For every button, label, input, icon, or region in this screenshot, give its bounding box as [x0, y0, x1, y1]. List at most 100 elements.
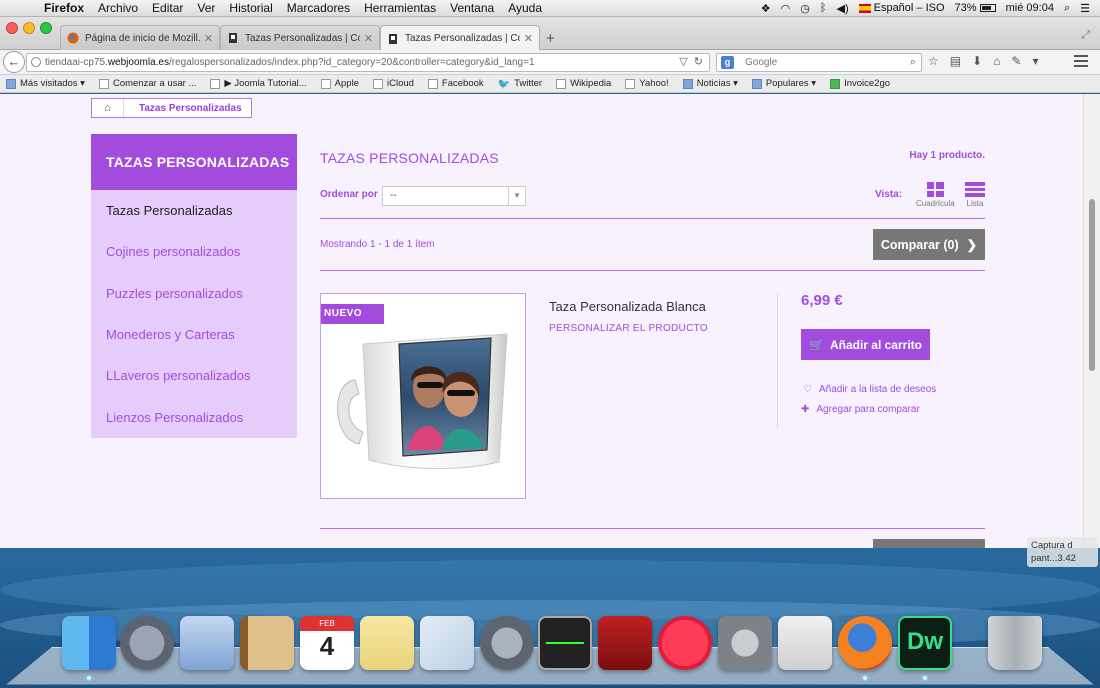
product-name[interactable]: Taza Personalizada Blanca	[549, 299, 706, 314]
sort-select[interactable]: -- ▼	[382, 186, 526, 206]
home-icon[interactable]: ⌂	[993, 54, 1000, 68]
bookmark-invoice2go[interactable]: Invoice2go	[830, 78, 890, 89]
volume-icon[interactable]: ◀)	[836, 2, 848, 15]
minimize-window-button[interactable]	[23, 22, 35, 34]
menu-archivo[interactable]: Archivo	[92, 1, 146, 15]
bookmark-noticias[interactable]: Noticias ▾	[682, 78, 738, 89]
screenshot-file-label[interactable]: Captura d pant...3.42	[1027, 537, 1098, 567]
mug-photo	[337, 333, 508, 470]
battery-status[interactable]: 73%	[955, 2, 996, 14]
close-window-button[interactable]	[6, 22, 18, 34]
time-machine-icon[interactable]: ◷	[800, 2, 810, 15]
zoom-window-button[interactable]	[40, 22, 52, 34]
system-preferences-icon[interactable]	[718, 616, 772, 670]
tab-tazas-active[interactable]: Tazas Personalizadas | Co... ✕	[380, 25, 540, 51]
input-source-label: Español – ISO	[873, 2, 945, 14]
home-icon[interactable]: ⌂	[92, 99, 124, 117]
close-tab-icon[interactable]: ✕	[364, 32, 373, 45]
notification-center-icon[interactable]: ☰	[1080, 2, 1090, 15]
grab-screenshot-icon[interactable]	[778, 616, 832, 670]
bookmark-facebook[interactable]: Facebook	[427, 78, 484, 89]
scrollbar-thumb[interactable]	[1089, 199, 1095, 371]
list-view-button[interactable]: Lista	[965, 182, 985, 208]
folder-icon	[6, 78, 16, 89]
photo-booth-icon[interactable]	[598, 616, 652, 670]
bookmark-most-visited[interactable]: Más visitados ▾	[6, 78, 85, 89]
back-button[interactable]: ←	[3, 51, 25, 73]
dreamweaver-icon[interactable]: Dw	[898, 616, 952, 670]
menubar-clock[interactable]: mié 09:04	[1006, 2, 1054, 14]
menu-editar[interactable]: Editar	[146, 1, 191, 15]
extension-icon[interactable]: ✎	[1011, 54, 1021, 68]
notes-icon[interactable]	[360, 616, 414, 670]
grid-view-button[interactable]: Cuadrícula	[916, 182, 955, 208]
bottom-compare-button[interactable]	[873, 539, 985, 548]
sidebar-item-puzzles[interactable]: Puzzles personalizados	[91, 273, 297, 314]
reading-list-icon[interactable]: ▤	[950, 54, 961, 68]
add-to-compare-link[interactable]: ✚ Agregar para comparar	[801, 404, 920, 415]
bookmark-wikipedia[interactable]: Wikipedia	[556, 78, 611, 89]
bookmark-twitter[interactable]: 🐦 Twitter	[498, 78, 542, 90]
close-tab-icon[interactable]: ✕	[204, 32, 213, 45]
itunes-icon[interactable]	[658, 616, 712, 670]
bookmark-star-icon[interactable]: ☆	[928, 54, 939, 68]
window-controls	[6, 22, 52, 34]
wifi-icon[interactable]: ◠	[781, 2, 791, 15]
tab-mozilla-start[interactable]: Página de inicio de Mozill... ✕	[60, 25, 220, 50]
facetime-icon[interactable]	[480, 616, 534, 670]
sidebar-item-lienzos[interactable]: Lienzos Personalizados	[91, 396, 297, 437]
bookmark-getting-started[interactable]: Comenzar a usar ...	[98, 78, 196, 89]
bookmark-populares[interactable]: Populares ▾	[751, 78, 816, 89]
product-image[interactable]: NUEVO	[320, 293, 526, 499]
compare-button[interactable]: Comparar (0) ❯	[873, 229, 985, 260]
finder-icon[interactable]	[62, 616, 116, 670]
google-icon[interactable]: g	[721, 56, 734, 69]
menu-ver[interactable]: Ver	[191, 1, 223, 15]
add-to-wishlist-link[interactable]: ♡ Añadir a la lista de deseos	[803, 384, 936, 395]
close-tab-icon[interactable]: ✕	[524, 32, 533, 45]
bluetooth-icon[interactable]: ᛒ	[820, 2, 827, 14]
search-box[interactable]: g Google ⌕	[716, 53, 922, 72]
bookmark-icloud[interactable]: iCloud	[372, 78, 414, 89]
menu-ayuda[interactable]: Ayuda	[502, 1, 550, 15]
sidebar-item-llaveros[interactable]: LLaveros personalizados	[91, 355, 297, 396]
trash-icon[interactable]	[988, 616, 1042, 670]
chevron-down-icon: ▼	[508, 187, 525, 205]
page-scrollbar[interactable]	[1083, 94, 1100, 548]
tab-tazas-1[interactable]: Tazas Personalizadas | Co... ✕	[220, 25, 380, 50]
url-bar[interactable]: tiendaai-cp75.webjoomla.es/regalosperson…	[26, 53, 710, 72]
dropbox-icon[interactable]: ❖	[761, 2, 771, 15]
mail-icon[interactable]	[180, 616, 234, 670]
search-icon[interactable]: ⌕	[910, 54, 916, 71]
reload-icon[interactable]: ↻	[694, 56, 703, 68]
menu-ventana[interactable]: Ventana	[444, 1, 502, 15]
firefox-icon[interactable]	[838, 616, 892, 670]
menu-herramientas[interactable]: Herramientas	[358, 1, 444, 15]
dropdown-arrow-icon[interactable]: ▽	[679, 56, 687, 68]
preview-icon[interactable]	[420, 616, 474, 670]
sidebar-item-monederos[interactable]: Monederos y Carteras	[91, 314, 297, 355]
bookmark-yahoo[interactable]: Yahoo!	[625, 78, 669, 89]
bookmark-joomla-tutorial[interactable]: ▶ Joomla Tutorial...	[210, 78, 307, 89]
mac-dock: Dw	[6, 604, 1094, 688]
add-to-cart-button[interactable]: 🛒 Añadir al carrito	[801, 329, 930, 360]
new-tab-button[interactable]: +	[546, 30, 555, 47]
sidebar-item-cojines[interactable]: Cojines personalizados	[91, 231, 297, 272]
launchpad-icon[interactable]	[120, 616, 174, 670]
menu-historial[interactable]: Historial	[223, 1, 280, 15]
input-source-menu[interactable]: Español – ISO	[858, 2, 945, 14]
contacts-icon[interactable]	[240, 616, 294, 670]
calendar-icon[interactable]	[300, 616, 354, 670]
sidebar-item-tazas[interactable]: Tazas Personalizadas	[91, 190, 297, 231]
spotlight-icon[interactable]: ⌕	[1064, 2, 1070, 15]
menu-app-name[interactable]: Firefox	[38, 1, 92, 15]
activity-monitor-icon[interactable]	[538, 616, 592, 670]
extension-menu-icon[interactable]: ▾	[1032, 54, 1038, 68]
hamburger-menu-icon[interactable]	[1074, 55, 1088, 70]
fullscreen-icon[interactable]: ⤢	[1081, 29, 1090, 42]
tab-title: Página de inicio de Mozill...	[85, 32, 200, 44]
menu-marcadores[interactable]: Marcadores	[281, 1, 358, 15]
bookmark-apple[interactable]: Apple	[320, 78, 359, 89]
downloads-icon[interactable]: ⬇	[972, 54, 982, 68]
customize-product-link[interactable]: PERSONALIZAR EL PRODUCTO	[549, 323, 708, 334]
